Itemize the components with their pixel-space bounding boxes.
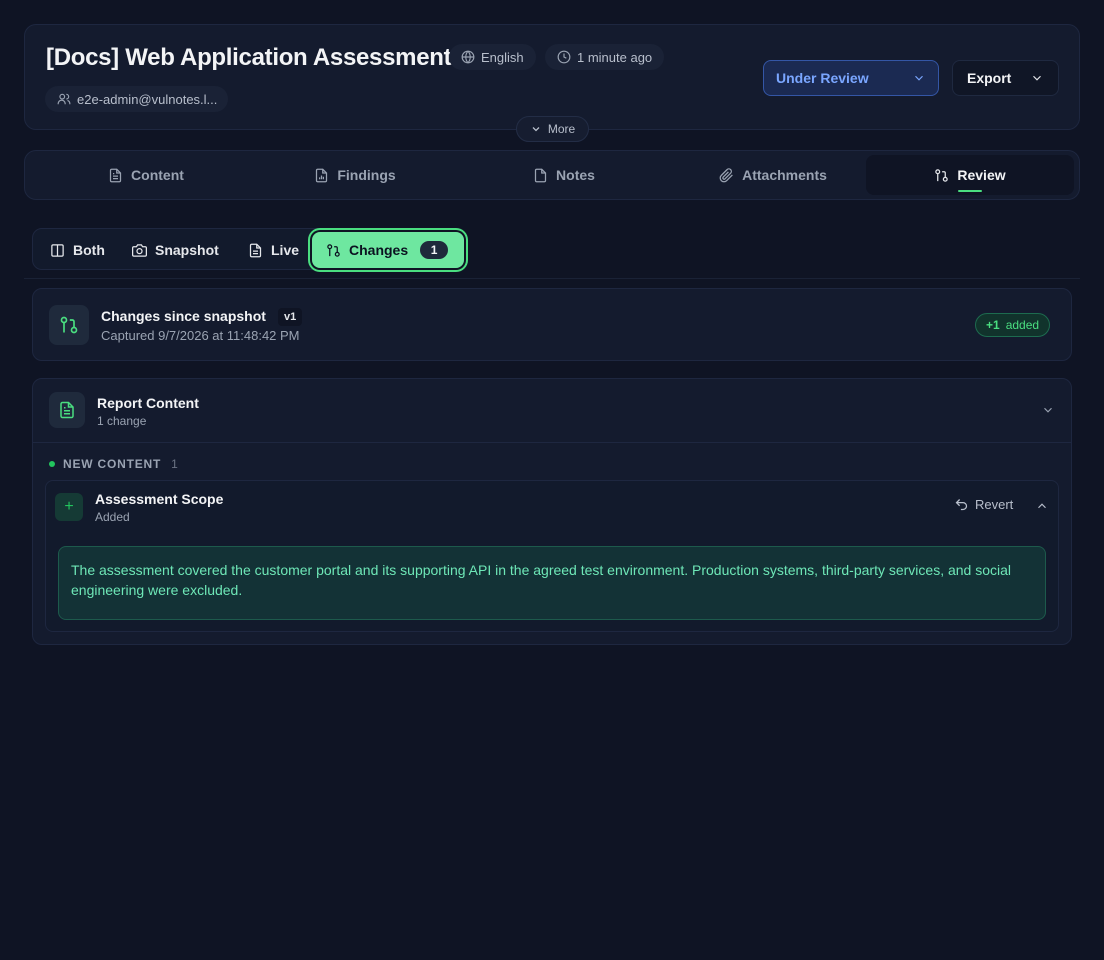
- users-icon: [57, 93, 71, 105]
- paperclip-icon: [719, 167, 733, 182]
- view-snapshot-button[interactable]: Snapshot: [132, 237, 219, 263]
- git-compare-icon: [60, 316, 78, 334]
- document-icon: [109, 168, 122, 182]
- chevron-down-icon[interactable]: [1041, 403, 1055, 417]
- changes-summary: Changes since snapshot v1 Captured 9/7/2…: [32, 288, 1072, 361]
- document-icon: [249, 243, 262, 257]
- language-chip[interactable]: English: [449, 44, 536, 70]
- tab-review[interactable]: Review: [866, 155, 1074, 195]
- section-header[interactable]: Report Content 1 change: [33, 379, 1071, 443]
- added-label: added: [1005, 318, 1040, 332]
- report-header: [Docs] Web Application Assessment Englis…: [24, 24, 1080, 130]
- group-label: NEW CONTENT 1: [49, 457, 179, 471]
- file-icon: [534, 168, 547, 182]
- user-label: e2e-admin@vulnotes.l...: [77, 91, 218, 107]
- status-dot: [49, 461, 55, 467]
- more-label: More: [547, 122, 576, 136]
- tab-label: Notes: [556, 167, 595, 183]
- export-label: Export: [967, 70, 1012, 86]
- view-mode-toggle: Both Snapshot Live Changes 1: [32, 228, 466, 270]
- globe-icon: [461, 50, 475, 64]
- chevron-down-icon: [915, 75, 923, 81]
- view-live-label: Live: [271, 242, 300, 258]
- undo-icon: [955, 499, 968, 511]
- tab-label: Review: [957, 167, 1006, 183]
- tab-content[interactable]: Content: [42, 155, 250, 195]
- tab-notes[interactable]: Notes: [460, 155, 668, 195]
- added-content: The assessment covered the customer port…: [58, 546, 1046, 620]
- view-changes-label: Changes: [349, 242, 409, 258]
- view-snapshot-label: Snapshot: [155, 242, 219, 258]
- chevron-down-icon: [532, 127, 540, 132]
- plus-icon: +: [55, 493, 83, 521]
- item-title: Assessment Scope: [95, 491, 224, 507]
- summary-icon-box: [49, 305, 89, 345]
- chevron-down-icon: [1033, 75, 1041, 81]
- user-chip[interactable]: e2e-admin@vulnotes.l...: [45, 86, 228, 112]
- view-both-label: Both: [73, 242, 105, 258]
- group-title: NEW CONTENT: [63, 457, 162, 471]
- captured-timestamp: Captured 9/7/2026 at 11:48:42 PM: [101, 328, 300, 343]
- camera-icon: [132, 243, 147, 257]
- section-subtitle: 1 change: [97, 414, 147, 428]
- added-count: +1: [986, 318, 1000, 332]
- view-live-button[interactable]: Live: [248, 237, 299, 263]
- git-compare-icon: [935, 168, 949, 182]
- columns-icon: [51, 243, 64, 257]
- tab-label: Content: [131, 167, 184, 183]
- tab-findings[interactable]: Findings: [251, 155, 459, 195]
- group-count: 1: [171, 457, 179, 471]
- more-button[interactable]: More: [516, 116, 589, 142]
- tab-label: Findings: [337, 167, 396, 183]
- document-icon: [60, 401, 74, 419]
- updated-label: 1 minute ago: [577, 49, 653, 65]
- report-tabs: Content Findings Notes Attachments Revie…: [24, 150, 1080, 200]
- section-icon-box: [49, 392, 85, 428]
- tab-label: Attachments: [742, 167, 827, 183]
- version-badge: v1: [278, 308, 303, 326]
- page-title: [Docs] Web Application Assessment: [46, 44, 452, 71]
- language-label: English: [481, 49, 524, 65]
- status-select[interactable]: Under Review: [763, 60, 939, 96]
- summary-title: Changes since snapshot: [101, 308, 266, 324]
- added-count-badge: +1 added: [975, 313, 1051, 337]
- status-label: Under Review: [776, 70, 869, 86]
- export-button[interactable]: Export: [952, 60, 1059, 96]
- active-tab-indicator: [958, 190, 982, 192]
- item-status: Added: [95, 510, 130, 524]
- view-both-button[interactable]: Both: [50, 237, 105, 263]
- chart-file-icon: [316, 168, 328, 182]
- divider: [24, 278, 1080, 279]
- revert-label: Revert: [975, 497, 1014, 512]
- report-content-section: Report Content 1 change NEW CONTENT 1 + …: [32, 378, 1072, 645]
- git-compare-icon: [327, 243, 340, 257]
- clock-icon: [557, 50, 571, 64]
- chevron-up-icon[interactable]: [1035, 499, 1049, 513]
- section-title: Report Content: [97, 395, 199, 411]
- updated-chip: 1 minute ago: [545, 44, 665, 70]
- view-changes-button[interactable]: Changes 1: [312, 232, 464, 268]
- tab-attachments[interactable]: Attachments: [669, 155, 877, 195]
- revert-button[interactable]: Revert: [954, 497, 1013, 512]
- changes-count-badge: 1: [420, 241, 449, 259]
- change-item: + Assessment Scope Added Revert The asse…: [45, 480, 1059, 632]
